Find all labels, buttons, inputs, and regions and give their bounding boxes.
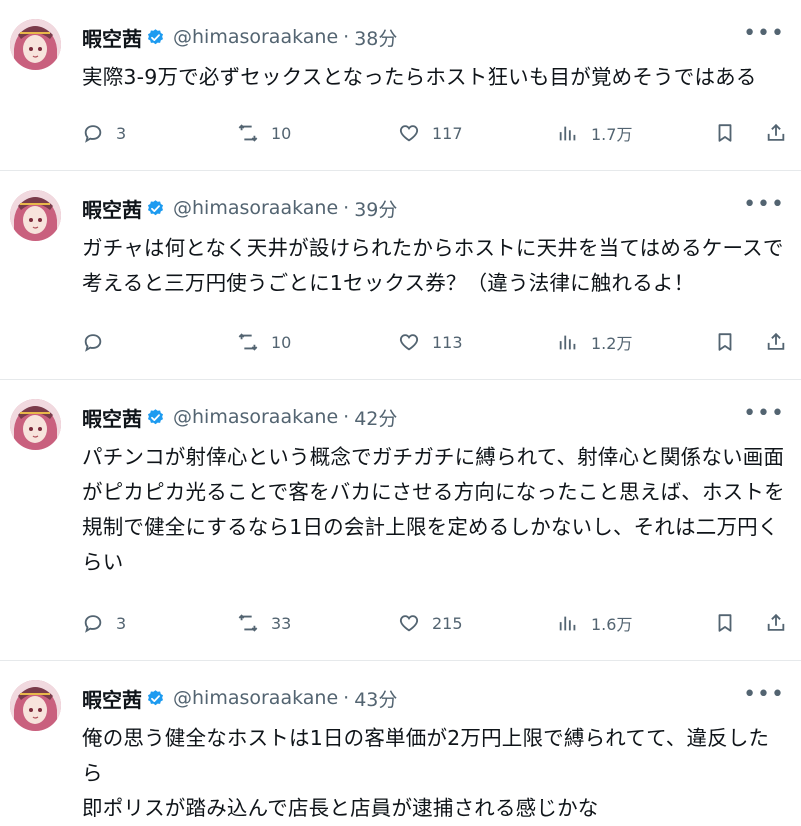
like-button[interactable]: 215 <box>398 608 463 638</box>
avatar[interactable] <box>10 680 61 731</box>
avatar[interactable] <box>10 190 61 241</box>
share-icon <box>767 332 785 350</box>
views-icon <box>559 126 576 141</box>
reply-icon <box>84 334 102 352</box>
avatar[interactable] <box>10 19 61 70</box>
retweet-count: 10 <box>271 332 292 352</box>
timestamp[interactable]: 43分 <box>354 685 397 712</box>
like-icon <box>399 125 419 142</box>
like-button[interactable]: 113 <box>398 327 463 357</box>
avatar[interactable] <box>10 399 61 450</box>
verified-badge-icon <box>147 28 164 44</box>
separator-dot: · <box>343 406 350 428</box>
retweet-button[interactable]: 10 <box>237 118 291 148</box>
retweet-button[interactable]: 33 <box>237 608 291 638</box>
user-handle[interactable]: @himasoraakane <box>173 197 338 219</box>
share-icon <box>767 613 785 631</box>
tweet[interactable]: 暇空茜 @himasoraakane · 42分 ••• パチンコが射倖心という… <box>0 380 801 661</box>
views-button[interactable]: 1.2万 <box>557 327 632 357</box>
user-handle[interactable]: @himasoraakane <box>173 406 338 428</box>
retweet-icon <box>238 124 258 142</box>
user-handle[interactable]: @himasoraakane <box>173 26 338 48</box>
reply-icon <box>84 125 102 143</box>
retweet-button[interactable]: 10 <box>237 327 291 357</box>
timestamp[interactable]: 38分 <box>354 24 397 51</box>
action-bar: 10 113 1.2万 <box>82 327 785 357</box>
verified-badge-icon <box>147 199 164 215</box>
bookmark-button[interactable] <box>714 118 736 148</box>
verified-badge-icon <box>147 689 164 705</box>
bookmark-icon <box>718 614 732 632</box>
tweet[interactable]: 暇空茜 @himasoraakane · 38分 ••• 実際3-9万で必ずセッ… <box>0 0 801 171</box>
separator-dot: · <box>343 26 350 48</box>
share-icon <box>767 123 785 141</box>
retweet-icon <box>238 333 258 351</box>
like-count: 117 <box>432 123 463 143</box>
tweet-header: 暇空茜 @himasoraakane · 39分 <box>82 193 397 223</box>
reply-button[interactable] <box>82 327 116 357</box>
like-count: 215 <box>432 613 463 633</box>
views-button[interactable]: 1.7万 <box>557 118 632 148</box>
tweet-text: パチンコが射倖心という概念でガチガチに縛られて、射倖心と関係ない画面 がピカピカ… <box>82 445 785 574</box>
more-icon[interactable]: ••• <box>743 194 785 216</box>
share-button[interactable] <box>765 327 787 357</box>
like-count: 113 <box>432 332 463 352</box>
views-button[interactable]: 1.6万 <box>557 608 632 638</box>
tweet-text: ガチャは何となく天井が設けられたからホストに天井を当てはめるケースで 考えると三… <box>82 236 784 295</box>
tweet-header: 暇空茜 @himasoraakane · 42分 <box>82 402 397 432</box>
views-count: 1.2万 <box>591 334 633 353</box>
retweet-icon <box>238 614 258 632</box>
display-name[interactable]: 暇空茜 <box>82 684 142 713</box>
reply-icon <box>84 615 102 633</box>
action-bar: 3 33 215 1.6万 <box>82 608 785 638</box>
views-icon <box>559 335 576 350</box>
separator-dot: · <box>343 687 350 709</box>
bookmark-icon <box>718 124 732 142</box>
tweet[interactable]: 暇空茜 @himasoraakane · 43分 ••• 俺の思う健全なホストは… <box>0 661 801 820</box>
reply-button[interactable]: 3 <box>82 118 126 148</box>
action-bar: 3 10 117 1.7万 <box>82 118 785 148</box>
display-name[interactable]: 暇空茜 <box>82 194 142 223</box>
like-icon <box>399 615 419 632</box>
share-button[interactable] <box>765 608 787 638</box>
more-icon[interactable]: ••• <box>743 23 785 45</box>
tweet-text: 俺の思う健全なホストは1日の客単価が2万円上限で縛られてて、違反したら 即ポリス… <box>82 726 770 820</box>
tweet-header: 暇空茜 @himasoraakane · 38分 <box>82 22 397 52</box>
tweet-header: 暇空茜 @himasoraakane · 43分 <box>82 683 397 713</box>
tweet[interactable]: 暇空茜 @himasoraakane · 39分 ••• ガチャは何となく天井が… <box>0 171 801 380</box>
more-icon[interactable]: ••• <box>743 684 785 706</box>
like-icon <box>399 334 419 351</box>
user-handle[interactable]: @himasoraakane <box>173 687 338 709</box>
separator-dot: · <box>343 197 350 219</box>
more-icon[interactable]: ••• <box>743 403 785 425</box>
bookmark-button[interactable] <box>714 608 736 638</box>
verified-badge-icon <box>147 408 164 424</box>
timestamp[interactable]: 39分 <box>354 195 397 222</box>
share-button[interactable] <box>765 118 787 148</box>
views-count: 1.6万 <box>591 615 633 634</box>
like-button[interactable]: 117 <box>398 118 463 148</box>
reply-count: 3 <box>116 123 127 143</box>
views-icon <box>559 616 576 631</box>
display-name[interactable]: 暇空茜 <box>82 403 142 432</box>
views-count: 1.7万 <box>591 125 633 144</box>
reply-button[interactable]: 3 <box>82 608 126 638</box>
retweet-count: 10 <box>271 123 292 143</box>
tweet-text: 実際3-9万で必ずセックスとなったらホスト狂いも目が覚めそうではある <box>82 65 757 89</box>
bookmark-icon <box>718 333 732 351</box>
display-name[interactable]: 暇空茜 <box>82 23 142 52</box>
reply-count: 3 <box>116 613 127 633</box>
bookmark-button[interactable] <box>714 327 736 357</box>
retweet-count: 33 <box>271 613 292 633</box>
timestamp[interactable]: 42分 <box>354 404 397 431</box>
